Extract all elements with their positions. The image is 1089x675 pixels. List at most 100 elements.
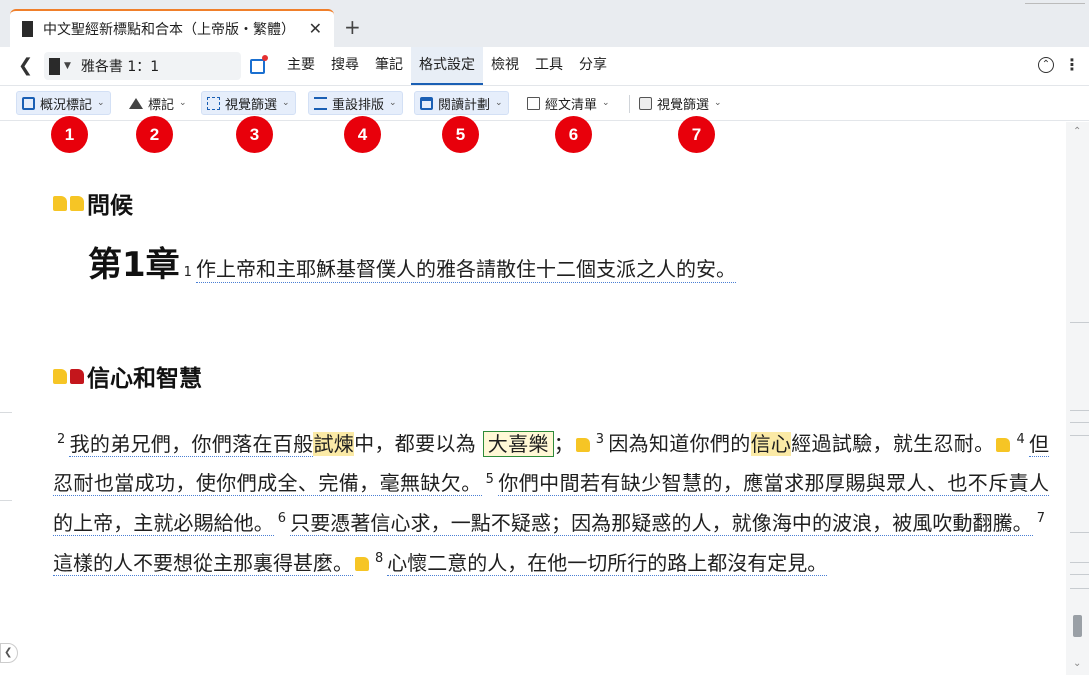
verse-text[interactable]: 經過試驗，就生忍耐。	[791, 432, 994, 456]
tab-strip: 中文聖經新標點和合本（上帝版・繁體） ✕ +	[0, 0, 1089, 47]
callout-badge-2: 2	[136, 116, 173, 153]
scroll-marker	[1070, 562, 1089, 563]
callout-badge-4: 4	[344, 116, 381, 153]
callout-badge-6: 6	[555, 116, 592, 153]
section-heading-greeting: 問候	[53, 186, 133, 220]
more-options-icon[interactable]: ⋮	[1064, 55, 1080, 74]
document-tab[interactable]: 中文聖經新標點和合本（上帝版・繁體） ✕	[10, 9, 334, 47]
reading-pane: 問候 第1章 1 作上帝和主耶穌基督僕人的雅各請散住十二個支派之人的安。 信心和…	[0, 122, 1066, 675]
note-icon[interactable]	[70, 368, 84, 384]
chevron-down-icon: ⌄	[389, 98, 397, 108]
verse-text[interactable]: 中，都要以為	[354, 432, 476, 456]
chevron-down-icon: ⌄	[602, 98, 610, 108]
menu-search[interactable]: 搜尋	[323, 47, 367, 85]
highlighted-word[interactable]: 信心	[750, 431, 792, 456]
verse-text: ；	[553, 431, 574, 456]
navigation-bar: ❮ ▼ 雅各書 1：1 主要 搜尋 筆記 格式設定 檢視 工具 分享 ⌃ ⋮	[0, 47, 1089, 85]
window-edge	[1025, 0, 1085, 4]
reference-box[interactable]: ▼ 雅各書 1：1	[44, 52, 241, 80]
back-button[interactable]: ❮	[18, 55, 33, 76]
visual-filter-label-2: 視覺篩選	[657, 97, 710, 113]
verse-number[interactable]: 4	[1016, 432, 1024, 447]
chevron-down-icon: ⌄	[714, 98, 722, 108]
note-icon[interactable]	[53, 195, 67, 211]
reading-plan-button[interactable]: 閱讀計劃 ⌄	[414, 91, 509, 115]
main-menu: 主要 搜尋 筆記 格式設定 檢視 工具 分享	[279, 47, 615, 85]
toolbar-divider	[629, 95, 630, 113]
close-tab-icon[interactable]: ✕	[309, 19, 322, 38]
calendar-check-icon	[420, 96, 433, 110]
boxed-word[interactable]: 大喜樂	[482, 430, 554, 457]
book-icon	[22, 21, 33, 37]
menu-tools[interactable]: 工具	[527, 47, 571, 85]
menu-share[interactable]: 分享	[571, 47, 615, 85]
verse-number[interactable]: 2	[57, 432, 65, 447]
chevron-down-icon: ⌄	[495, 98, 503, 108]
overview-markup-button[interactable]: 概況標記 ⌄	[16, 91, 111, 115]
passage-list-button[interactable]: 經文清單 ⌄	[522, 91, 615, 115]
filter-icon	[207, 96, 220, 110]
verse-text[interactable]: 心懷二意的人，在他一切所行的路上都沒有定見。	[387, 550, 828, 576]
scroll-marker	[1070, 588, 1089, 589]
note-icon[interactable]	[53, 368, 67, 384]
paragraph-layout-label: 重設排版	[332, 97, 385, 113]
checkbox-icon	[22, 96, 35, 110]
note-icon[interactable]	[575, 438, 590, 453]
verse-text[interactable]: 只要憑著信心求，一點不疑惑；因為那疑惑的人，就像海中的波浪，被風吹動翻騰。	[290, 510, 1033, 536]
passage-list-label: 經文清單	[545, 97, 598, 113]
collapse-ribbon-icon[interactable]: ⌃	[1038, 57, 1054, 73]
scroll-up-icon[interactable]: ⌃	[1073, 126, 1081, 137]
markup-label: 標記	[148, 97, 175, 113]
note-icon[interactable]	[355, 557, 369, 572]
vertical-scrollbar[interactable]: ⌃ ⌄	[1066, 122, 1089, 675]
margin-marker	[0, 412, 12, 413]
reading-plan-icon[interactable]	[250, 55, 268, 74]
reference-input[interactable]: 雅各書 1：1	[81, 56, 159, 76]
paragraph-layout-button[interactable]: 重設排版 ⌄	[308, 91, 403, 115]
note-icon[interactable]	[70, 195, 84, 211]
verse-text[interactable]: 這樣的人不要想從主那裏得甚麼。	[53, 550, 353, 576]
chevron-down-icon: ⌄	[97, 98, 105, 108]
verse-number[interactable]: 1	[184, 265, 192, 280]
book-icon	[49, 57, 60, 75]
callout-badge-7: 7	[678, 116, 715, 153]
scroll-down-icon[interactable]: ⌄	[1073, 658, 1081, 669]
menu-format[interactable]: 格式設定	[411, 47, 483, 85]
scroll-marker	[1070, 574, 1089, 575]
highlighted-word[interactable]: 試煉	[313, 431, 355, 456]
scroll-marker	[1070, 532, 1089, 533]
verse-paragraph: 2 我的弟兄們，你們落在百般試煉中，都要以為 大喜樂； 3 因為知道你們的信心經過試驗…	[53, 422, 1050, 581]
verse-number[interactable]: 6	[278, 511, 286, 526]
overview-markup-label: 概況標記	[40, 97, 93, 113]
scroll-marker	[1070, 422, 1089, 423]
menu-home[interactable]: 主要	[279, 47, 323, 85]
menu-notes[interactable]: 筆記	[367, 47, 411, 85]
note-icon[interactable]	[996, 438, 1011, 453]
callout-badge-1: 1	[51, 116, 88, 153]
heading-text: 問候	[87, 193, 133, 219]
verse-text[interactable]: 我的弟兄們，你們落在百般	[69, 431, 314, 457]
chapter-label: 第1章	[88, 245, 180, 285]
format-toolbar: 概況標記 ⌄ 標記 ⌄ 視覺篩選 ⌄ 重設排版 ⌄ 閱讀計劃 ⌄ 經文清單 ⌄ …	[0, 85, 1089, 121]
menu-view[interactable]: 檢視	[483, 47, 527, 85]
chevron-down-icon: ⌄	[179, 98, 187, 108]
chevron-down-icon[interactable]: ▼	[64, 61, 71, 71]
verse-text[interactable]: 作上帝和主耶穌基督僕人的雅各請散住十二個支派之人的安。	[195, 253, 736, 283]
new-tab-button[interactable]: +	[344, 17, 361, 37]
verse-number[interactable]: 5	[486, 472, 494, 487]
verse-text[interactable]: 因為知道你們的	[608, 432, 751, 456]
paragraph-icon	[314, 96, 327, 110]
scroll-marker	[1070, 322, 1089, 323]
markup-button[interactable]: 標記 ⌄	[124, 91, 192, 115]
visual-filter-button-2[interactable]: 視覺篩選 ⌄	[634, 91, 727, 115]
verse-number[interactable]: 8	[375, 551, 383, 566]
visual-filter-button[interactable]: 視覺篩選 ⌄	[201, 91, 296, 115]
tab-title: 中文聖經新標點和合本（上帝版・繁體）	[43, 22, 295, 38]
reading-plan-label: 閱讀計劃	[438, 97, 491, 113]
verse-number[interactable]: 7	[1037, 511, 1045, 526]
section-heading-faith: 信心和智慧	[53, 359, 202, 393]
verse-number[interactable]: 3	[596, 432, 604, 447]
visual-filter-label: 視覺篩選	[225, 97, 278, 113]
scroll-thumb[interactable]	[1073, 615, 1082, 637]
list-icon	[527, 96, 540, 110]
